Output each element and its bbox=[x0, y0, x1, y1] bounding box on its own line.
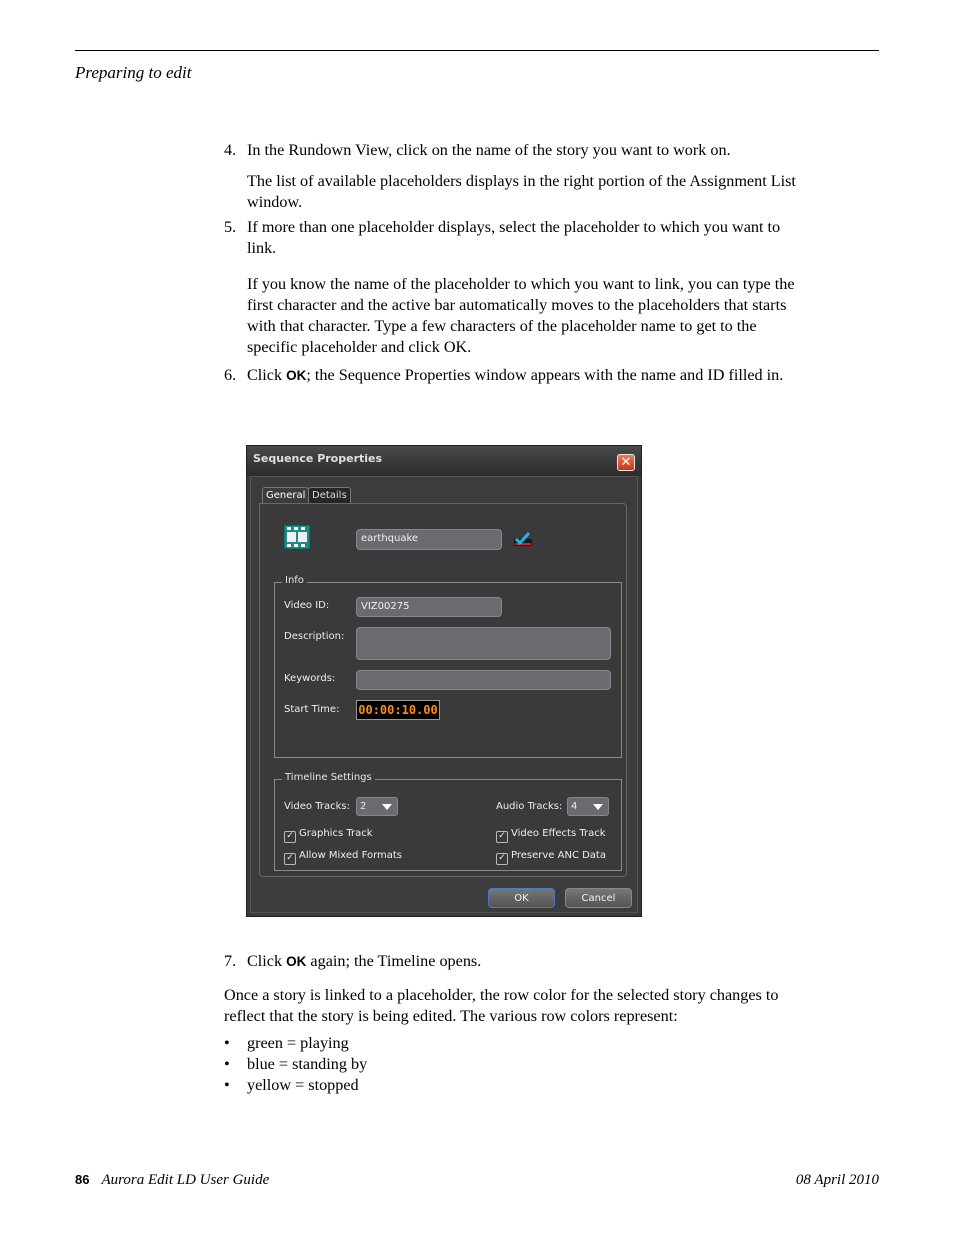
info-group: Info Video ID: VIZ00275 Description: Key… bbox=[274, 575, 622, 758]
checkbox-label: Video Effects Track bbox=[511, 828, 606, 839]
step-5-note: If you know the name of the placeholder … bbox=[247, 275, 795, 356]
video-tracks-label: Video Tracks: bbox=[284, 801, 350, 812]
dialog-body: Details General earthquake Info Video ID… bbox=[250, 476, 638, 913]
step-5: 5. If more than one placeholder displays… bbox=[224, 217, 804, 259]
step-number: 6. bbox=[224, 366, 237, 384]
keywords-label: Keywords: bbox=[284, 673, 336, 684]
page-number: 86 bbox=[75, 1172, 90, 1187]
running-head: Preparing to edit bbox=[75, 63, 192, 82]
sequence-properties-dialog: Sequence Properties ✕ Details General ea… bbox=[246, 445, 642, 917]
step-4: 4. In the Rundown View, click on the nam… bbox=[224, 140, 804, 161]
checkbox-check-icon: ✓ bbox=[284, 853, 296, 865]
dialog-title: Sequence Properties bbox=[253, 452, 383, 465]
step-text: In the Rundown View, click on the name o… bbox=[247, 141, 731, 159]
step-text-pre: Click bbox=[247, 952, 287, 970]
film-strip-icon bbox=[283, 524, 311, 550]
audio-tracks-value: 4 bbox=[571, 801, 578, 812]
footer-left: 86 Aurora Edit LD User Guide bbox=[75, 1172, 269, 1189]
ok-reference: OK bbox=[286, 368, 307, 383]
document-title: Aurora Edit LD User Guide bbox=[101, 1172, 270, 1188]
step-number: 4. bbox=[224, 141, 237, 159]
ok-reference: OK bbox=[286, 954, 307, 969]
video-tracks-select[interactable]: 2 bbox=[356, 797, 398, 816]
bullet: • bbox=[224, 1055, 230, 1073]
info-legend: Info bbox=[282, 575, 307, 586]
step-text: Click OK; the Sequence Properties window… bbox=[247, 365, 804, 386]
sequence-name-input[interactable]: earthquake bbox=[356, 529, 502, 550]
video-tracks-value: 2 bbox=[360, 801, 367, 812]
list-item: • green = playing bbox=[224, 1033, 367, 1054]
close-icon: ✕ bbox=[620, 455, 632, 470]
checkbox-label: Allow Mixed Formats bbox=[299, 850, 403, 861]
checkbox-label: Graphics Track bbox=[299, 828, 373, 839]
tab-details[interactable]: Details bbox=[308, 487, 351, 503]
header-rule bbox=[75, 50, 879, 51]
preserve-anc-data-checkbox[interactable]: ✓ Preserve ANC Data bbox=[496, 850, 606, 865]
checkbox-check-icon: ✓ bbox=[496, 831, 508, 843]
timeline-settings-group: Timeline Settings Video Tracks: 2 Audio … bbox=[274, 772, 622, 871]
checkbox-check-icon: ✓ bbox=[496, 853, 508, 865]
video-effects-track-checkbox[interactable]: ✓ Video Effects Track bbox=[496, 828, 606, 843]
step-text-post: again; the Timeline opens. bbox=[306, 952, 482, 970]
link-check-icon[interactable] bbox=[513, 530, 533, 548]
description-input[interactable] bbox=[356, 627, 611, 660]
list-item: • yellow = stopped bbox=[224, 1075, 367, 1096]
row-color-list: • green = playing • blue = standing by • ye… bbox=[224, 1033, 367, 1096]
step-6: 6. Click OK; the Sequence Properties win… bbox=[224, 365, 804, 386]
step-number: 7. bbox=[224, 952, 237, 970]
bullet: • bbox=[224, 1034, 230, 1052]
step-number: 5. bbox=[224, 218, 237, 236]
footer-date: 08 April 2010 bbox=[795, 1172, 879, 1188]
list-item-text: green = playing bbox=[247, 1034, 349, 1052]
audio-tracks-label: Audio Tracks: bbox=[496, 801, 563, 812]
checkbox-label: Preserve ANC Data bbox=[511, 850, 606, 861]
step-7: 7. Click OK again; the Timeline opens. bbox=[224, 951, 804, 972]
list-item: • blue = standing by bbox=[224, 1054, 367, 1075]
step-text: Click OK again; the Timeline opens. bbox=[247, 951, 804, 972]
video-id-label: Video ID: bbox=[284, 600, 330, 611]
step-text: If more than one placeholder displays, s… bbox=[247, 218, 781, 257]
bullet: • bbox=[224, 1076, 230, 1094]
audio-tracks-select[interactable]: 4 bbox=[567, 797, 609, 816]
description-label: Description: bbox=[284, 631, 345, 642]
chevron-down-icon bbox=[593, 804, 603, 810]
chevron-down-icon bbox=[382, 804, 392, 810]
summary-paragraph: Once a story is linked to a placeholder,… bbox=[224, 986, 779, 1025]
start-time-label: Start Time: bbox=[284, 704, 340, 715]
list-item-text: yellow = stopped bbox=[247, 1076, 359, 1094]
start-time-input[interactable]: 00:00:10.00 bbox=[356, 700, 440, 720]
cancel-button[interactable]: Cancel bbox=[565, 888, 632, 908]
step-text-post: ; the Sequence Properties window appears… bbox=[306, 366, 784, 384]
general-tab-panel: earthquake Info Video ID: VIZ00275 Descr… bbox=[259, 503, 627, 877]
dialog-titlebar[interactable]: Sequence Properties ✕ bbox=[247, 446, 641, 476]
step-4-note: The list of available placeholders displ… bbox=[247, 172, 796, 211]
allow-mixed-formats-checkbox[interactable]: ✓ Allow Mixed Formats bbox=[284, 850, 402, 865]
close-button[interactable]: ✕ bbox=[617, 454, 635, 471]
ok-button[interactable]: OK bbox=[488, 888, 555, 908]
video-id-input[interactable]: VIZ00275 bbox=[356, 597, 502, 617]
tab-general[interactable]: General bbox=[262, 487, 310, 504]
timeline-legend: Timeline Settings bbox=[282, 772, 375, 783]
keywords-input[interactable] bbox=[356, 670, 611, 690]
checkbox-check-icon: ✓ bbox=[284, 831, 296, 843]
step-text-pre: Click bbox=[247, 366, 287, 384]
list-item-text: blue = standing by bbox=[247, 1055, 368, 1073]
graphics-track-checkbox[interactable]: ✓ Graphics Track bbox=[284, 828, 373, 843]
